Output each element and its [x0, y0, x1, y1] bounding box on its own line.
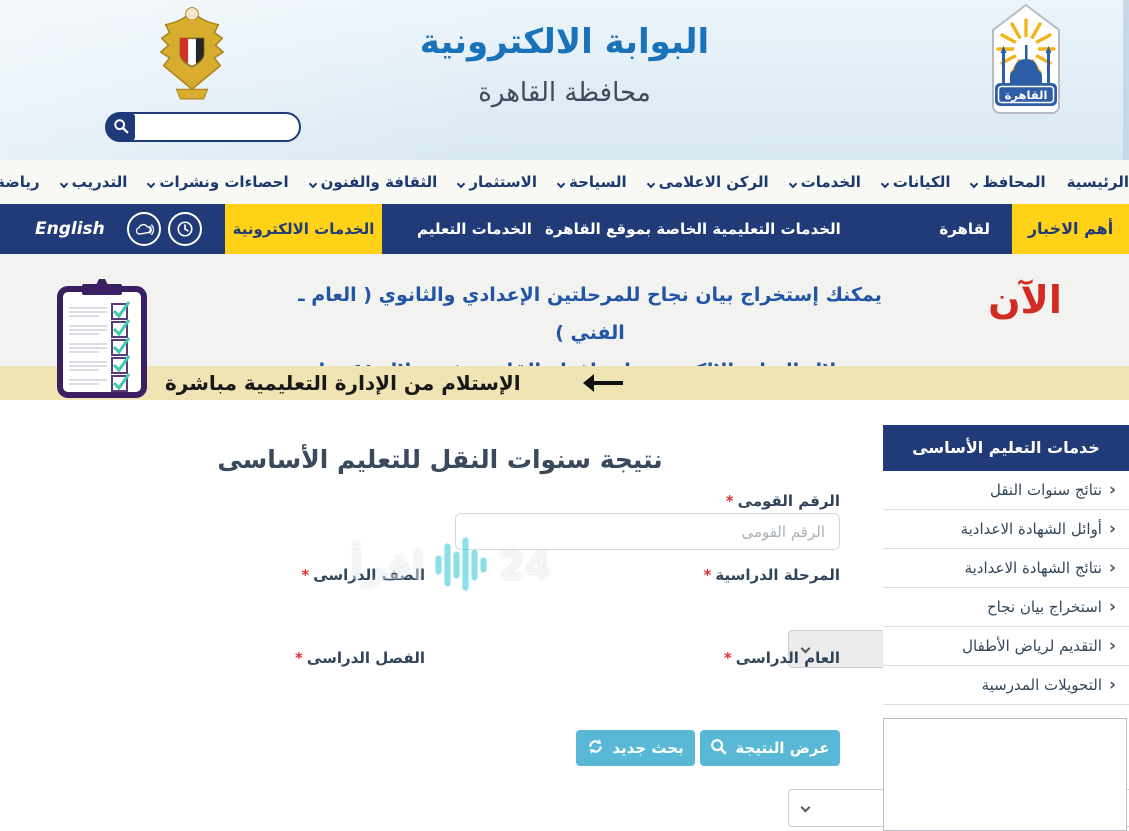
chevron-left-icon: ‹ [1109, 521, 1116, 538]
main-navigation: الرئيسية المحافظ الكيانات الخدمات الركن … [0, 160, 1129, 204]
chevron-down-icon [59, 179, 67, 187]
sidebar-title: خدمات التعليم الأساسى [883, 425, 1129, 471]
form-title: نتيجة سنوات النقل للتعليم الأساسى [0, 445, 880, 474]
banner-strip-text: الإستلام من الإدارة التعليمية مباشرة [165, 366, 521, 400]
national-id-label: الرقم القومى* [455, 492, 840, 510]
chevron-down-icon [646, 179, 654, 187]
announcement-banner: الآن يمكنك إستخراج بيان نجاح للمرحلتين ا… [0, 254, 1129, 366]
nav-item-services[interactable]: الخدمات [790, 173, 861, 191]
checklist-clipboard-illustration [52, 276, 152, 404]
top-news-label[interactable]: أهم الاخبار [1012, 204, 1129, 254]
nav-item-governor[interactable]: المحافظ [971, 173, 1045, 191]
chevron-left-icon: ‹ [1109, 677, 1116, 694]
main-content: نتيجة سنوات النقل للتعليم الأساسى الرقم … [0, 400, 1129, 831]
chevron-down-icon [147, 179, 155, 187]
search-button[interactable] [107, 113, 135, 141]
portal-title: البوابة الالكترونية [0, 22, 1129, 62]
sidebar-item-prep-top-students[interactable]: ‹ أوائل الشهادة الاعدادية [883, 510, 1129, 549]
now-badge: الآن [985, 278, 1065, 322]
sidebar-item-school-transfers[interactable]: ‹ التحويلات المدرسية [883, 666, 1129, 705]
chevron-left-icon: ‹ [1109, 638, 1116, 655]
year-label: العام الدراسى* [455, 649, 840, 667]
sidebar-item-transfer-results[interactable]: ‹ نتائج سنوات النقل [883, 471, 1129, 510]
nav-item-media[interactable]: الركن الاعلامى [648, 173, 769, 191]
news-ticker-text: لقاهرة [930, 204, 990, 254]
nav-item-training[interactable]: التدريب [61, 173, 128, 191]
chevron-down-icon [881, 179, 889, 187]
nav-item-statistics[interactable]: احصاءات ونشرات [148, 173, 288, 191]
refresh-icon [587, 738, 604, 759]
chevron-left-icon: ‹ [1109, 482, 1116, 499]
chevron-down-icon [308, 179, 316, 187]
sidebar-item-success-statement[interactable]: ‹ استخراج بيان نجاح [883, 588, 1129, 627]
chevron-left-icon: ‹ [1109, 599, 1116, 616]
chevron-down-icon [457, 179, 465, 187]
search-icon [710, 738, 727, 759]
national-id-input[interactable] [455, 513, 840, 550]
grade-label: الصف الدراسى* [42, 566, 425, 584]
nav-item-tourism[interactable]: السياحة [558, 173, 627, 191]
sidebar-empty-panel [883, 718, 1127, 831]
eservices-link-active[interactable]: الخدمات الالكترونية [225, 204, 382, 254]
header: البوابة الالكترونية محافظة القاهرة [0, 0, 1129, 160]
search-input[interactable] [135, 115, 321, 139]
semester-label: الفصل الدراسى* [42, 649, 425, 667]
english-language-toggle[interactable]: English [35, 204, 105, 254]
chevron-left-icon: ‹ [1109, 560, 1116, 577]
screen-reader-cloud-icon[interactable] [127, 212, 161, 246]
edu-services-link[interactable]: الخدمات التعليم [417, 204, 532, 254]
show-result-button[interactable]: عرض النتيجة [700, 730, 840, 766]
cairo-governorate-logo: القاهرة [985, 2, 1067, 120]
governorate-subtitle: محافظة القاهرة [0, 78, 1129, 108]
nav-item-investment[interactable]: الاستثمار [458, 173, 537, 191]
chevron-down-icon [970, 179, 978, 187]
chevron-down-icon [801, 803, 811, 813]
cairo-logo-text: القاهرة [1005, 88, 1048, 102]
announcement-line1: يمكنك إستخراج بيان نجاح للمرحلتين الإعدا… [290, 276, 890, 352]
nav-item-sports[interactable]: رياضة [0, 173, 40, 191]
nav-item-culture[interactable]: الثقافة والفنون [310, 173, 438, 191]
stage-label: المرحلة الدراسية* [455, 566, 840, 584]
accessibility-clock-icon[interactable] [168, 212, 202, 246]
chevron-down-icon [557, 179, 565, 187]
new-search-button[interactable]: بحث جديد [576, 730, 695, 766]
search-icon [113, 118, 129, 137]
edu-services-site-link[interactable]: الخدمات التعليمية الخاصة بموقع القاهرة [545, 204, 841, 254]
sidebar-item-kindergarten[interactable]: ‹ التقديم لرياض الأطفال [883, 627, 1129, 666]
news-services-bar: أهم الاخبار لقاهرة الخدمات التعليمية الخ… [0, 204, 1129, 254]
nav-item-entities[interactable]: الكيانات [882, 173, 951, 191]
sidebar-item-prep-results[interactable]: ‹ نتائج الشهادة الاعدادية [883, 549, 1129, 588]
search-bar [105, 112, 301, 142]
nav-item-home[interactable]: الرئيسية [1067, 173, 1129, 191]
left-arrow-icon [583, 374, 625, 392]
chevron-down-icon [788, 179, 796, 187]
page: البوابة الالكترونية محافظة القاهرة [0, 0, 1129, 831]
